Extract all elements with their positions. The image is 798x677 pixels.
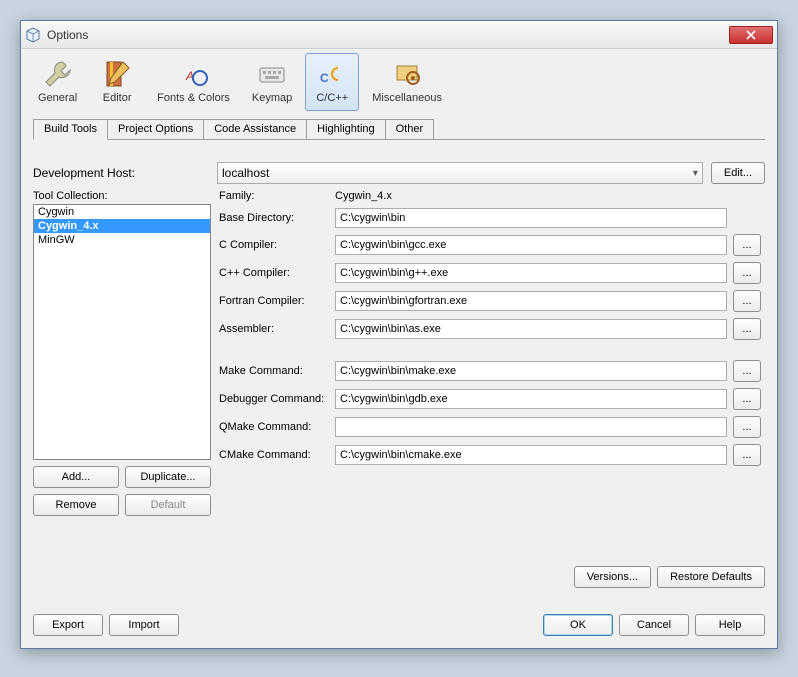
remove-button[interactable]: Remove: [33, 494, 119, 516]
dbg-field[interactable]: [335, 389, 727, 409]
category-fonts-colors[interactable]: A Fonts & Colors: [148, 53, 239, 111]
dev-host-label: Development Host:: [33, 166, 217, 180]
dev-host-select[interactable]: localhost ▾: [217, 162, 703, 184]
category-general[interactable]: General: [29, 53, 86, 111]
import-button[interactable]: Import: [109, 614, 179, 636]
family-label: Family:: [219, 190, 329, 202]
tab-highlighting[interactable]: Highlighting: [306, 119, 385, 140]
content-area: Build Tools Project Options Code Assista…: [21, 111, 777, 648]
category-miscellaneous[interactable]: Miscellaneous: [363, 53, 451, 111]
versions-button[interactable]: Versions...: [574, 566, 651, 588]
app-icon: [25, 27, 41, 43]
dbg-label: Debugger Command:: [219, 393, 329, 405]
ok-button[interactable]: OK: [543, 614, 613, 636]
ccomp-field[interactable]: [335, 235, 727, 255]
close-button[interactable]: [729, 26, 773, 44]
list-item[interactable]: Cygwin: [34, 205, 210, 219]
tab-other[interactable]: Other: [385, 119, 435, 140]
family-value: Cygwin_4.x: [335, 190, 727, 202]
chevron-down-icon: ▾: [693, 168, 698, 179]
basedir-label: Base Directory:: [219, 212, 329, 224]
editor-icon: [101, 58, 133, 90]
list-item[interactable]: Cygwin_4.x: [34, 219, 210, 233]
ccomp-label: C Compiler:: [219, 239, 329, 251]
make-browse-button[interactable]: ...: [733, 360, 761, 382]
cpp-browse-button[interactable]: ...: [733, 262, 761, 284]
make-field[interactable]: [335, 361, 727, 381]
asm-field[interactable]: [335, 319, 727, 339]
category-ccpp[interactable]: C C/C++: [305, 53, 359, 111]
category-keymap[interactable]: Keymap: [243, 53, 301, 111]
edit-host-button[interactable]: Edit...: [711, 162, 765, 184]
svg-text:C: C: [320, 71, 329, 85]
restore-defaults-button[interactable]: Restore Defaults: [657, 566, 765, 588]
misc-icon: [391, 58, 423, 90]
tab-project-options[interactable]: Project Options: [107, 119, 204, 140]
qmake-label: QMake Command:: [219, 421, 329, 433]
add-button[interactable]: Add...: [33, 466, 119, 488]
titlebar: Options: [21, 21, 777, 49]
fortran-browse-button[interactable]: ...: [733, 290, 761, 312]
fonts-colors-icon: A: [178, 58, 210, 90]
cancel-button[interactable]: Cancel: [619, 614, 689, 636]
tool-collection-list[interactable]: Cygwin Cygwin_4.x MinGW: [33, 204, 211, 460]
duplicate-button[interactable]: Duplicate...: [125, 466, 211, 488]
cmake-browse-button[interactable]: ...: [733, 444, 761, 466]
help-button[interactable]: Help: [695, 614, 765, 636]
export-button[interactable]: Export: [33, 614, 103, 636]
cmake-label: CMake Command:: [219, 449, 329, 461]
tab-code-assistance[interactable]: Code Assistance: [203, 119, 307, 140]
category-editor[interactable]: Editor: [90, 53, 144, 111]
fortran-label: Fortran Compiler:: [219, 295, 329, 307]
category-toolbar: General Editor A Fonts & Colors Keymap C…: [21, 49, 777, 111]
asm-label: Assembler:: [219, 323, 329, 335]
make-label: Make Command:: [219, 365, 329, 377]
cpp-label: C++ Compiler:: [219, 267, 329, 279]
basedir-field: [335, 208, 727, 228]
tool-collection-label: Tool Collection:: [33, 190, 211, 202]
wrench-icon: [42, 58, 74, 90]
ccomp-browse-button[interactable]: ...: [733, 234, 761, 256]
cmake-field[interactable]: [335, 445, 727, 465]
cpp-field[interactable]: [335, 263, 727, 283]
tab-build-tools[interactable]: Build Tools: [33, 119, 108, 140]
qmake-field[interactable]: [335, 417, 727, 437]
asm-browse-button[interactable]: ...: [733, 318, 761, 340]
options-window: Options General Editor A Fonts & Colors …: [20, 20, 778, 649]
fortran-field[interactable]: [335, 291, 727, 311]
list-item[interactable]: MinGW: [34, 233, 210, 247]
qmake-browse-button[interactable]: ...: [733, 416, 761, 438]
sub-tabs: Build Tools Project Options Code Assista…: [33, 119, 765, 140]
default-button: Default: [125, 494, 211, 516]
keymap-icon: [256, 58, 288, 90]
window-title: Options: [47, 28, 729, 42]
dbg-browse-button[interactable]: ...: [733, 388, 761, 410]
ccpp-icon: C: [316, 58, 348, 90]
dev-host-row: Development Host: localhost ▾ Edit...: [33, 162, 765, 184]
